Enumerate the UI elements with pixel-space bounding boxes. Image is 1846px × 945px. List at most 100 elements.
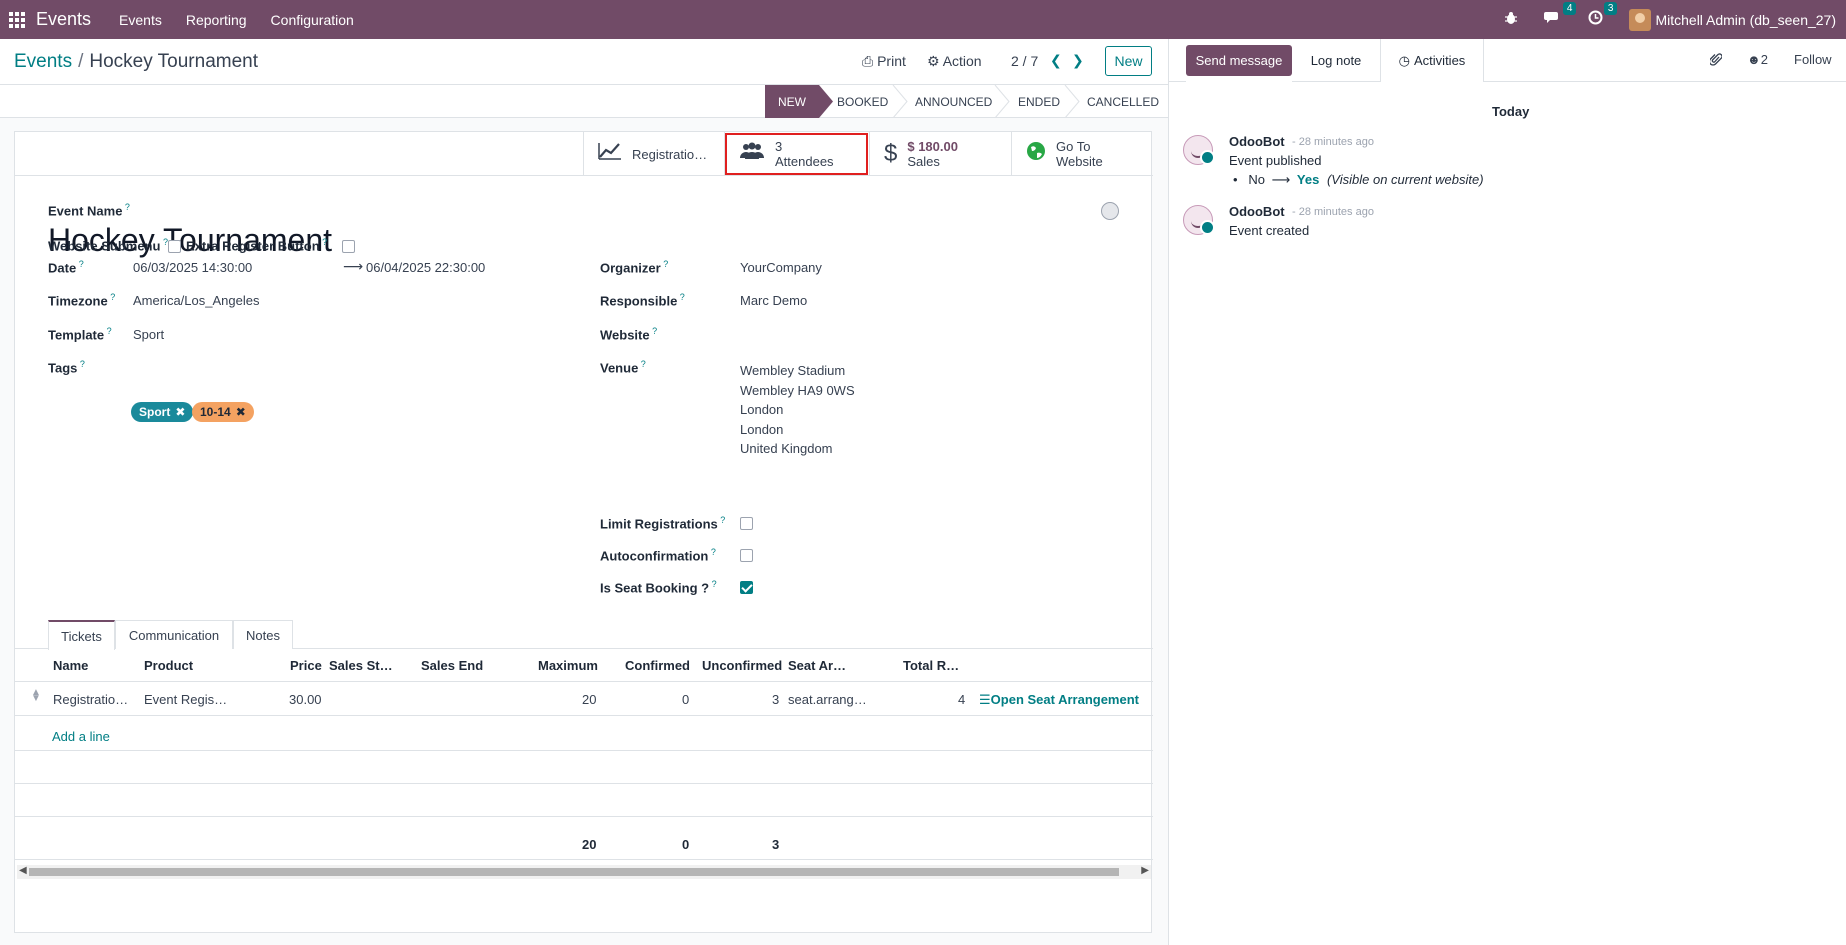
menu-reporting[interactable]: Reporting (186, 12, 247, 28)
row-price[interactable]: 30.00 (289, 692, 322, 707)
action-button[interactable]: ⚙ Action (927, 53, 982, 70)
breadcrumb-events-link[interactable]: Events (14, 51, 72, 72)
menu-events[interactable]: Events (119, 12, 162, 28)
drag-handle-icon[interactable]: ▲ ▼ (31, 688, 41, 704)
horizontal-scrollbar[interactable]: ◀ ▶ (17, 865, 1151, 879)
website-label-text: Website (600, 327, 650, 343)
pager-previous-icon[interactable]: ❮ (1050, 52, 1062, 69)
col-sales-start[interactable]: Sales St… (329, 658, 393, 673)
col-confirmed[interactable]: Confirmed (625, 658, 690, 673)
stage-booked[interactable]: BOOKED (823, 85, 888, 118)
col-maximum[interactable]: Maximum (538, 658, 598, 673)
apps-menu-icon[interactable] (0, 0, 34, 39)
empty-row-divider (15, 750, 1153, 751)
col-product[interactable]: Product (144, 658, 193, 673)
col-seat-arrangement[interactable]: Seat Ar… (788, 658, 846, 673)
followers-button[interactable]: ☻2 (1747, 52, 1768, 67)
col-unconfirmed[interactable]: Unconfirmed (702, 658, 782, 673)
remove-tag-icon[interactable]: ✖ (236, 405, 246, 419)
website-submenu-checkbox[interactable] (168, 240, 181, 253)
limit-registrations-checkbox[interactable] (740, 517, 753, 530)
row-maximum[interactable]: 20 (582, 692, 596, 707)
col-sales-end[interactable]: Sales End (421, 658, 483, 673)
autoconfirmation-checkbox[interactable] (740, 549, 753, 562)
user-avatar[interactable] (1629, 8, 1652, 31)
debug-bug-icon[interactable] (1504, 11, 1518, 29)
remove-tag-icon[interactable]: ✖ (175, 405, 185, 419)
col-total[interactable]: Total R… (903, 658, 959, 673)
row-total[interactable]: 4 (958, 692, 965, 707)
row-product[interactable]: Event Regis… (144, 692, 227, 707)
smart-button-box: Registratio… 3 Attendees $ $ 180.00 Sale… (15, 132, 1153, 176)
tab-tickets[interactable]: Tickets (48, 620, 115, 650)
template-label: Template ? (48, 326, 112, 343)
message-author[interactable]: OdooBot (1229, 134, 1285, 149)
scroll-right-icon[interactable]: ▶ (1141, 865, 1149, 876)
row-name[interactable]: Registratio… (53, 692, 128, 707)
message-author[interactable]: OdooBot (1229, 204, 1285, 219)
send-message-button[interactable]: Send message (1186, 45, 1292, 76)
app-brand[interactable]: Events (36, 9, 91, 30)
paperclip-icon[interactable] (1708, 52, 1723, 70)
open-seat-arrangement-button[interactable]: ☰Open Seat Arrangement (979, 692, 1139, 708)
venue-address[interactable]: Wembley Stadium Wembley HA9 0WS London L… (740, 361, 855, 459)
venue-line: London (740, 421, 784, 437)
user-name[interactable]: Mitchell Admin (db_seen_27) (1655, 12, 1836, 28)
tickets-table-header: Name Product Price Sales St… Sales End M… (15, 649, 1153, 682)
table-row[interactable]: ▲ ▼ Registratio… Event Regis… 30.00 20 0 … (15, 682, 1153, 716)
form-sheet: Registratio… 3 Attendees $ $ 180.00 Sale… (14, 131, 1153, 933)
attendees-label: Attendees (775, 154, 834, 169)
extra-register-checkbox[interactable] (342, 240, 355, 253)
website-line2: Website (1056, 154, 1103, 169)
col-price[interactable]: Price (290, 658, 322, 673)
messaging-chat-icon[interactable]: 4 (1544, 2, 1577, 29)
seat-booking-checkbox[interactable] (740, 581, 753, 594)
activities-button[interactable]: ◷ Activities (1380, 39, 1484, 82)
follow-button[interactable]: Follow (1794, 52, 1832, 67)
stage-ended[interactable]: ENDED (1004, 85, 1060, 118)
arrow-right-icon: ⟶ (343, 258, 364, 274)
print-button[interactable]: ⎙ Print (862, 53, 906, 70)
pager-value[interactable]: 2 / 7 (1011, 53, 1038, 69)
tag-sport-chip[interactable]: Sport ✖ (131, 402, 194, 422)
log-note-button[interactable]: Log note (1292, 39, 1380, 82)
stage-new[interactable]: NEW (764, 85, 806, 118)
stage-cancelled[interactable]: CANCELLED (1073, 85, 1159, 118)
bullet: • (1233, 172, 1238, 187)
row-unconfirmed[interactable]: 3 (772, 692, 779, 707)
kanban-state-indicator[interactable] (1101, 202, 1119, 220)
row-seat-arrangement[interactable]: seat.arrang… (788, 692, 867, 707)
tag-10-14-chip[interactable]: 10-14 ✖ (192, 402, 254, 422)
date-start-field[interactable]: 06/03/2025 14:30:00 (133, 260, 252, 275)
empty-row-divider (15, 816, 1153, 817)
date-end-field[interactable]: 06/04/2025 22:30:00 (366, 260, 485, 275)
scroll-left-icon[interactable]: ◀ (19, 865, 27, 876)
organizer-field[interactable]: YourCompany (740, 260, 822, 275)
action-label: Action (942, 53, 982, 69)
stage-announced[interactable]: ANNOUNCED (901, 85, 992, 118)
add-line-link[interactable]: Add a line (52, 729, 110, 744)
scrollbar-thumb[interactable] (29, 868, 1119, 876)
odoobot-avatar (1183, 135, 1215, 165)
timezone-field[interactable]: America/Los_Angeles (133, 293, 259, 308)
limit-registrations-label: Limit Registrations ? (600, 515, 726, 532)
menu-configuration[interactable]: Configuration (271, 12, 354, 28)
chatter-divider (1484, 81, 1846, 82)
print-label: Print (877, 53, 906, 69)
total-maximum: 20 (582, 837, 597, 852)
tab-communication[interactable]: Communication (115, 620, 233, 649)
col-name[interactable]: Name (53, 658, 88, 673)
registrations-smart-button[interactable]: Registratio… (583, 132, 724, 176)
pager-next-icon[interactable]: ❯ (1072, 52, 1084, 69)
sales-smart-button[interactable]: $ $ 180.00 Sales (869, 132, 1011, 176)
new-button[interactable]: New (1105, 46, 1152, 76)
tab-notes[interactable]: Notes (233, 620, 293, 649)
row-confirmed[interactable]: 0 (682, 692, 689, 707)
sales-label: Sales (907, 154, 940, 169)
gear-icon: ⚙ (927, 53, 940, 69)
attendees-smart-button[interactable]: 3 Attendees (724, 132, 869, 176)
responsible-field[interactable]: Marc Demo (740, 293, 807, 308)
activity-clock-icon[interactable]: 3 (1588, 2, 1618, 29)
go-to-website-smart-button[interactable]: Go To Website (1011, 132, 1153, 176)
template-field[interactable]: Sport (133, 327, 164, 342)
